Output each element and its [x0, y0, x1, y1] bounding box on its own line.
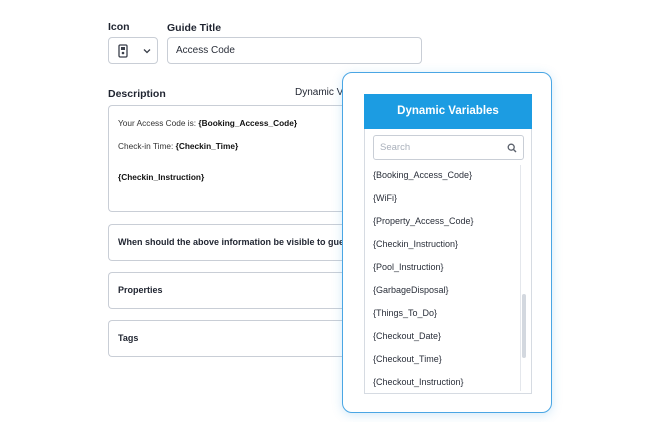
description-line-2-variable: {Checkin_Time} — [175, 141, 239, 151]
variable-item[interactable]: {WiFi} — [373, 193, 397, 203]
scrollbar-thumb[interactable] — [522, 294, 526, 358]
guide-title-label: Guide Title — [167, 22, 222, 34]
properties-section[interactable]: Properties — [108, 272, 353, 309]
description-line-3-variable: {Checkin_Instruction} — [118, 172, 205, 182]
guide-title-input[interactable]: Access Code — [167, 37, 422, 64]
variable-item[interactable]: {Checkin_Instruction} — [373, 239, 458, 249]
tags-section[interactable]: Tags — [108, 320, 353, 357]
variable-item[interactable]: {Booking_Access_Code} — [373, 170, 472, 180]
description-label: Description — [108, 88, 166, 100]
variable-item[interactable]: {Property_Access_Code} — [373, 216, 474, 226]
icon-label: Icon — [108, 21, 130, 33]
visibility-section[interactable]: When should the above information be vis… — [108, 224, 353, 261]
panel-title: Dynamic Variables — [364, 94, 532, 129]
variable-list: {Booking_Access_Code} {WiFi} {Property_A… — [365, 129, 533, 394]
description-line-3: {Checkin_Instruction} — [118, 172, 204, 182]
description-line-2: Check-in Time: {Checkin_Time} — [118, 141, 238, 151]
description-line-1-text: Your Access Code is: — [118, 118, 197, 128]
search-input[interactable]: Search — [373, 135, 524, 160]
variable-item[interactable]: {Checkout_Instruction} — [373, 377, 464, 387]
variable-item[interactable]: {Pool_Instruction} — [373, 262, 444, 272]
chevron-down-icon — [143, 49, 151, 54]
description-line-1-variable: {Booking_Access_Code} — [198, 118, 298, 128]
description-editor[interactable]: Your Access Code is: {Booking_Access_Cod… — [108, 105, 353, 212]
description-line-1: Your Access Code is: {Booking_Access_Cod… — [118, 118, 297, 128]
icon-select[interactable] — [108, 37, 158, 64]
dynamic-variables-panel: Dynamic Variables {Booking_Access_Code} … — [342, 72, 552, 413]
panel-body: {Booking_Access_Code} {WiFi} {Property_A… — [364, 129, 532, 394]
search-placeholder: Search — [380, 142, 411, 153]
variable-item[interactable]: {Checkout_Date} — [373, 331, 441, 341]
variable-item[interactable]: {Checkout_Time} — [373, 354, 442, 364]
dynamic-variables-link[interactable]: Dynamic Variables — [295, 87, 345, 98]
variable-item[interactable]: {GarbageDisposal} — [373, 285, 449, 295]
lock-icon — [118, 44, 128, 58]
search-icon — [507, 143, 517, 153]
description-line-2-text: Check-in Time: — [118, 141, 174, 151]
variable-item[interactable]: {Things_To_Do} — [373, 308, 437, 318]
